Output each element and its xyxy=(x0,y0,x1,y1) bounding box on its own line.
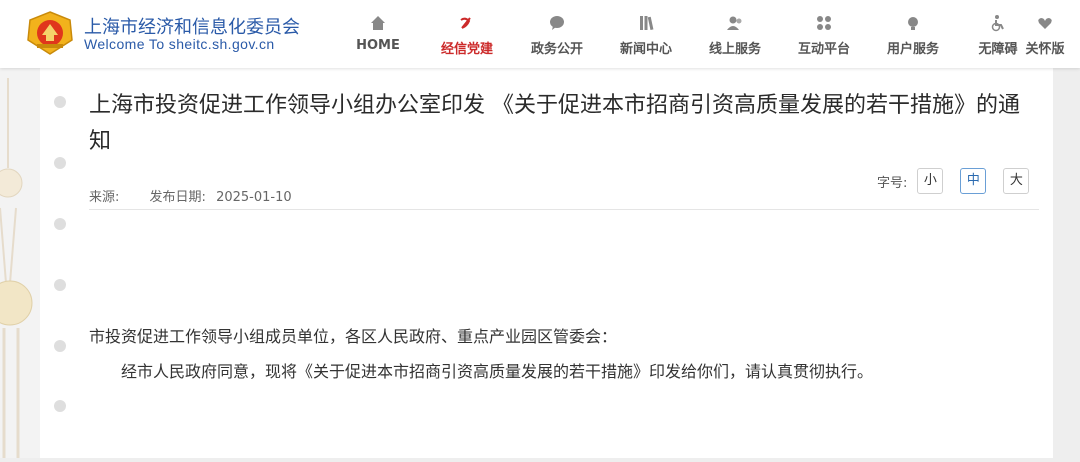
nav-user-services[interactable]: 用户服务 xyxy=(884,0,942,68)
nav-gov-affairs[interactable]: 政务公开 xyxy=(528,0,586,68)
nav-label: 线上服务 xyxy=(708,42,761,57)
timeline-dot xyxy=(54,340,66,352)
publish-date-label: 发布日期: xyxy=(149,190,206,205)
font-size-switcher: 字号: 小 中 大 xyxy=(877,168,1030,194)
news-icon xyxy=(640,16,654,31)
nav-label: 经信党建 xyxy=(440,42,493,57)
meta-divider xyxy=(89,209,1039,210)
nav-care-mode[interactable]: 关怀版 xyxy=(1022,0,1068,68)
publish-date: 2025-01-10 xyxy=(216,190,292,205)
font-size-small-button[interactable]: 小 xyxy=(917,168,944,194)
nav-interaction-platform[interactable]: 互动平台 xyxy=(795,0,853,68)
timeline-dot xyxy=(54,400,66,412)
nav-news-center[interactable]: 新闻中心 xyxy=(617,0,675,68)
chat-icon xyxy=(550,16,564,30)
font-size-large-button[interactable]: 大 xyxy=(1003,168,1030,194)
article-salutation: 市投资促进工作领导小组成员单位，各区人民政府、重点产业园区管委会： xyxy=(89,327,618,346)
nav-online-services[interactable]: 线上服务 xyxy=(706,0,764,68)
timeline-dot xyxy=(54,96,66,108)
nav-label: 互动平台 xyxy=(797,42,850,57)
pearl-tower-illustration xyxy=(0,78,33,458)
nav-label: 用户服务 xyxy=(886,42,939,57)
timeline-dot xyxy=(54,218,66,230)
nav-label: 无障碍 xyxy=(978,42,1018,57)
article-meta: 来源: 发布日期: 2025-01-10 xyxy=(89,186,292,205)
timeline-dot xyxy=(54,157,66,169)
heart-icon xyxy=(1038,18,1052,29)
font-size-label: 字号: xyxy=(877,175,908,191)
users-icon xyxy=(727,16,742,30)
source-label: 来源: xyxy=(89,190,120,205)
home-icon xyxy=(371,16,385,30)
site-header: 上海市经济和信息化委员会 Welcome To sheitc.sh.gov.cn… xyxy=(0,0,1080,68)
timeline-dot xyxy=(54,279,66,291)
site-logo[interactable] xyxy=(25,10,75,56)
nav-label: 政务公开 xyxy=(530,42,583,57)
site-domain[interactable]: Welcome To sheitc.sh.gov.cn xyxy=(84,36,275,52)
tower-decoration xyxy=(0,68,40,458)
nav-label: HOME xyxy=(356,38,400,53)
bulb-icon xyxy=(908,17,918,30)
nav-accessibility[interactable]: 无障碍 xyxy=(976,0,1020,68)
nav-label: 关怀版 xyxy=(1025,42,1065,57)
page-right-margin xyxy=(1053,68,1080,458)
article-body-paragraph: 经市人民政府同意，现将《关于促进本市招商引资高质量发展的若干措施》印发给你们，请… xyxy=(121,362,874,381)
party-icon xyxy=(460,17,471,29)
wheelchair-icon xyxy=(991,15,1004,32)
grid-icon xyxy=(817,16,831,30)
font-size-medium-button[interactable]: 中 xyxy=(960,168,987,194)
nav-party-building[interactable]: 经信党建 xyxy=(438,0,496,68)
nav-label: 新闻中心 xyxy=(619,42,672,57)
nav-home[interactable]: HOME xyxy=(355,0,401,68)
article-title: 上海市投资促进工作领导小组办公室印发 《关于促进本市招商引资高质量发展的若干措施… xyxy=(89,93,1020,154)
